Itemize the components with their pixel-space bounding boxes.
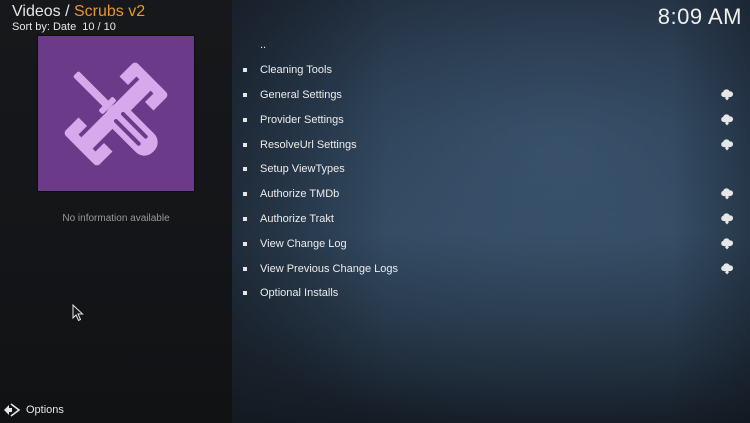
parent-folder-item[interactable]: ..: [232, 33, 750, 58]
bullet-icon: [243, 92, 247, 97]
list-item-label: General Settings: [260, 88, 342, 101]
breadcrumb: Videos / Scrubs v2: [12, 3, 145, 20]
bullet-icon: [243, 167, 247, 172]
breadcrumb-addon: Scrubs v2: [73, 3, 146, 20]
addon-thumbnail: [38, 36, 194, 191]
cloud-download-icon: [721, 89, 734, 101]
list-item[interactable]: View Previous Change Logs: [232, 256, 750, 281]
bullet-icon: [243, 291, 247, 296]
mouse-cursor-icon: [72, 303, 84, 327]
list-item[interactable]: Cleaning Tools: [232, 58, 750, 83]
menu-list: .. Cleaning Tools General Settings Provide…: [232, 33, 750, 306]
list-item[interactable]: ResolveUrl Settings: [232, 132, 750, 157]
bullet-icon: [243, 142, 247, 147]
bullet-icon: [243, 68, 247, 73]
cloud-download-icon: [721, 114, 734, 126]
list-item[interactable]: View Change Log: [232, 231, 750, 256]
list-item-label: Authorize Trakt: [260, 212, 334, 225]
item-count: 10 / 10: [82, 21, 116, 33]
list-item[interactable]: Optional Installs: [232, 281, 750, 306]
list-item[interactable]: Setup ViewTypes: [232, 157, 750, 182]
list-item-label: Setup ViewTypes: [260, 163, 345, 176]
cloud-download-icon: [721, 262, 734, 275]
list-item[interactable]: Authorize Trakt: [232, 207, 750, 232]
sort-info: Sort by: Date 10 / 10: [12, 20, 145, 34]
list-item[interactable]: General Settings: [232, 83, 750, 108]
list-item[interactable]: Provider Settings: [232, 107, 750, 132]
list-item-label: View Change Log: [260, 237, 347, 250]
clock: 8:09 AM: [657, 4, 742, 29]
cloud-download-icon: [721, 138, 734, 151]
bullet-icon: [243, 216, 247, 221]
tools-icon: [64, 62, 168, 165]
breadcrumb-section: Videos: [12, 3, 61, 20]
info-text: No information available: [62, 213, 170, 224]
list-item[interactable]: Authorize TMDb: [232, 182, 750, 207]
cloud-download-icon: [721, 238, 734, 250]
options-arrow-icon: [4, 403, 20, 417]
list-item-label: Cleaning Tools: [260, 64, 332, 77]
options-label: Options: [26, 404, 64, 416]
list-item-label: ResolveUrl Settings: [260, 138, 357, 151]
cloud-download-icon: [721, 213, 734, 225]
bullet-icon: [243, 117, 247, 122]
header: Videos / Scrubs v2 Sort by: Date 10 / 10: [12, 3, 145, 34]
bullet-icon: [243, 192, 247, 197]
breadcrumb-separator: /: [60, 3, 74, 20]
list-item-label: Authorize TMDb: [260, 188, 340, 201]
parent-folder-label: ..: [260, 39, 267, 52]
options-button[interactable]: Options: [4, 403, 64, 417]
list-item-label: Provider Settings: [260, 113, 344, 126]
list-item-label: View Previous Change Logs: [260, 262, 398, 275]
bullet-icon: [243, 266, 247, 271]
list-item-label: Optional Installs: [260, 287, 339, 300]
sort-label: Sort by: Date: [12, 21, 77, 33]
cloud-download-icon: [721, 188, 734, 200]
bullet-icon: [243, 241, 247, 246]
